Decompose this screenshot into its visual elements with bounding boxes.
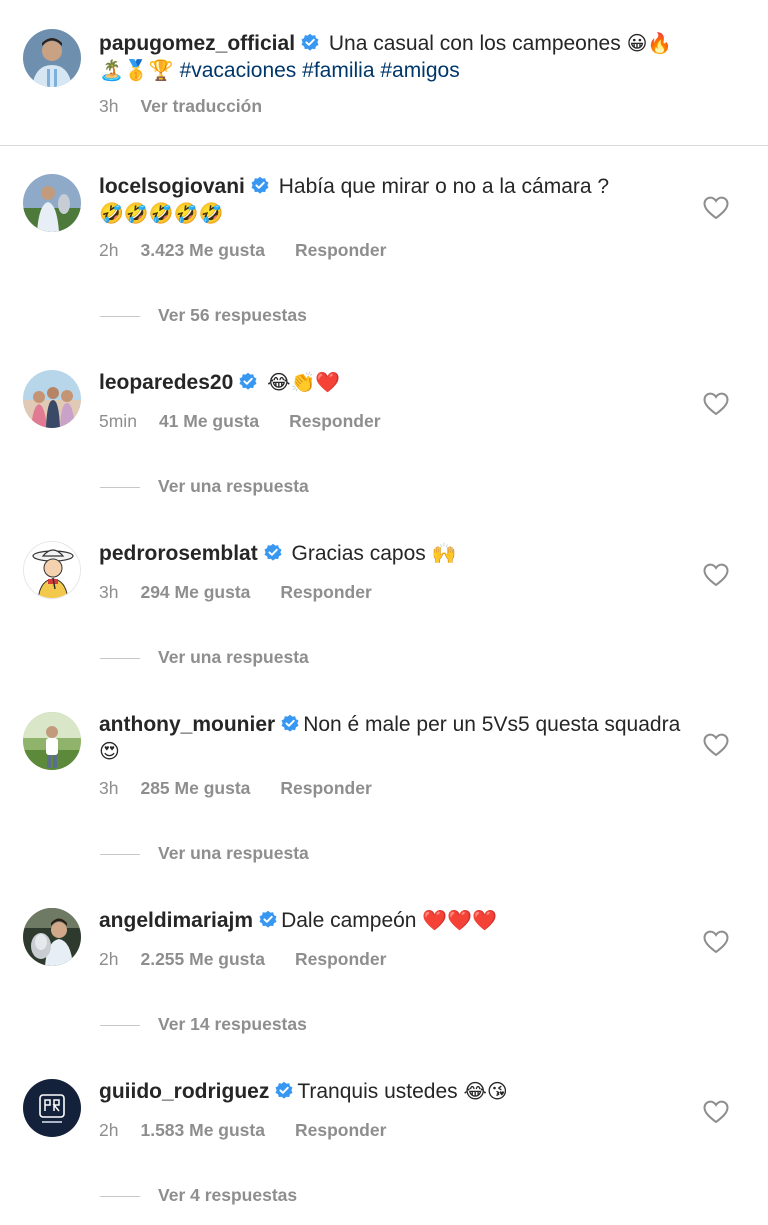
reply-button[interactable]: Responder: [280, 778, 371, 798]
comment-meta: 5min 41 Me gusta Responder: [99, 411, 381, 432]
comment-body: Gracias capos: [291, 542, 426, 565]
comment-emojis: ❤️❤️❤️: [422, 908, 498, 932]
comment-body: Dale campeón: [281, 909, 417, 932]
avatar[interactable]: [23, 29, 81, 87]
comment-emojis: 😍: [99, 739, 120, 763]
comment-username[interactable]: pedrorosemblat: [99, 542, 258, 565]
view-replies-button[interactable]: Ver una respuesta: [100, 476, 309, 497]
divider: [100, 315, 140, 317]
verified-badge-icon: [258, 910, 278, 930]
verified-badge-icon: [274, 1081, 294, 1101]
divider: [100, 1195, 140, 1197]
avatar[interactable]: [23, 174, 81, 232]
verified-badge-icon: [250, 176, 270, 196]
comment-username[interactable]: anthony_mounier: [99, 713, 275, 736]
comment-text: locelsogiovani Había que mirar o no a la…: [99, 173, 698, 227]
caption-hashtags[interactable]: #vacaciones #familia #amigos: [180, 59, 460, 82]
comment-text: angeldimariajm Dale campeón ❤️❤️❤️: [99, 907, 698, 934]
view-replies-label: Ver 14 respuestas: [158, 1014, 307, 1034]
view-replies-button[interactable]: Ver una respuesta: [100, 647, 309, 668]
comment-likes[interactable]: 3.423 Me gusta: [140, 240, 265, 260]
caption-emojis: 😀🔥: [626, 31, 673, 55]
comment-body: Tranquis ustedes: [297, 1080, 458, 1103]
heart-outline-icon[interactable]: [703, 563, 729, 587]
avatar[interactable]: [23, 541, 81, 599]
comment-meta: 2h 3.423 Me gusta Responder: [99, 240, 386, 261]
comment-meta: 2h 1.583 Me gusta Responder: [99, 1120, 386, 1141]
translate-link[interactable]: Ver traducción: [140, 96, 262, 116]
comment-meta: 2h 2.255 Me gusta Responder: [99, 949, 386, 970]
heart-outline-icon[interactable]: [703, 1100, 729, 1124]
verified-badge-icon: [263, 543, 283, 563]
comment-body: Non é male per un 5Vs5 questa squadra: [303, 713, 681, 736]
comment-likes[interactable]: 285 Me gusta: [140, 778, 250, 798]
verified-badge-icon: [238, 372, 258, 392]
comment-emojis: 😂😘: [463, 1079, 508, 1103]
comment-username[interactable]: leoparedes20: [99, 371, 233, 394]
comment-emojis: 🙌: [431, 541, 457, 565]
caption-emojis-line2: 🏝️🥇🏆: [99, 58, 174, 82]
verified-badge-icon: [280, 714, 300, 734]
view-replies-button[interactable]: Ver 4 respuestas: [100, 1185, 297, 1206]
heart-outline-icon[interactable]: [703, 196, 729, 220]
caption-text: papugomez_official Una casual con los ca…: [99, 30, 698, 84]
avatar[interactable]: [23, 712, 81, 770]
comment-likes[interactable]: 294 Me gusta: [140, 582, 250, 602]
divider: [100, 657, 140, 659]
comment-text: leoparedes20 😂👏❤️: [99, 369, 698, 396]
divider: [100, 853, 140, 855]
comment-username[interactable]: locelsogiovani: [99, 175, 245, 198]
comment-meta: 3h 294 Me gusta Responder: [99, 582, 372, 603]
comment-text: pedrorosemblat Gracias capos 🙌: [99, 540, 698, 567]
caption-time: 3h: [99, 96, 119, 116]
avatar[interactable]: [23, 908, 81, 966]
verified-badge-icon: [300, 33, 320, 53]
comment-text: anthony_mounier Non é male per un 5Vs5 qu…: [99, 711, 698, 765]
caption-body: Una casual con los campeones: [328, 32, 621, 55]
view-replies-button[interactable]: Ver 56 respuestas: [100, 305, 307, 326]
reply-button[interactable]: Responder: [295, 240, 386, 260]
view-replies-label: Ver una respuesta: [158, 647, 309, 667]
comment-time: 2h: [99, 240, 119, 260]
comment-emojis: 😂👏❤️: [267, 370, 341, 394]
comment-likes[interactable]: 2.255 Me gusta: [140, 949, 265, 969]
reply-button[interactable]: Responder: [289, 411, 380, 431]
view-replies-label: Ver una respuesta: [158, 843, 309, 863]
comment-time: 2h: [99, 949, 119, 969]
view-replies-label: Ver 4 respuestas: [158, 1185, 298, 1205]
comment-username[interactable]: guiido_rodriguez: [99, 1080, 269, 1103]
comment-time: 3h: [99, 778, 119, 798]
comment-time: 2h: [99, 1120, 119, 1140]
avatar[interactable]: [23, 370, 81, 428]
reply-button[interactable]: Responder: [295, 949, 386, 969]
reply-button[interactable]: Responder: [280, 582, 371, 602]
heart-outline-icon[interactable]: [703, 930, 729, 954]
comment-meta: 3h 285 Me gusta Responder: [99, 778, 372, 799]
divider: [100, 486, 140, 488]
comment-body: Había que mirar o no a la cámara ?: [278, 175, 610, 198]
view-replies-button[interactable]: Ver una respuesta: [100, 843, 309, 864]
heart-outline-icon[interactable]: [703, 392, 729, 416]
comment-emojis: 🤣🤣🤣🤣🤣: [99, 201, 224, 225]
comment-username[interactable]: angeldimariajm: [99, 909, 253, 932]
avatar[interactable]: [23, 1079, 81, 1137]
divider: [100, 1024, 140, 1026]
view-replies-button[interactable]: Ver 14 respuestas: [100, 1014, 307, 1035]
caption-username[interactable]: papugomez_official: [99, 32, 295, 55]
comment-time: 3h: [99, 582, 119, 602]
comment-likes[interactable]: 41 Me gusta: [159, 411, 259, 431]
reply-button[interactable]: Responder: [295, 1120, 386, 1140]
heart-outline-icon[interactable]: [703, 733, 729, 757]
view-replies-label: Ver 56 respuestas: [158, 305, 307, 325]
caption-meta: 3h Ver traducción: [99, 96, 262, 117]
view-replies-label: Ver una respuesta: [158, 476, 309, 496]
comment-time: 5min: [99, 411, 137, 431]
comment-text: guiido_rodriguez Tranquis ustedes 😂😘: [99, 1078, 698, 1105]
comment-likes[interactable]: 1.583 Me gusta: [140, 1120, 265, 1140]
post-caption: papugomez_official Una casual con los ca…: [0, 0, 768, 146]
